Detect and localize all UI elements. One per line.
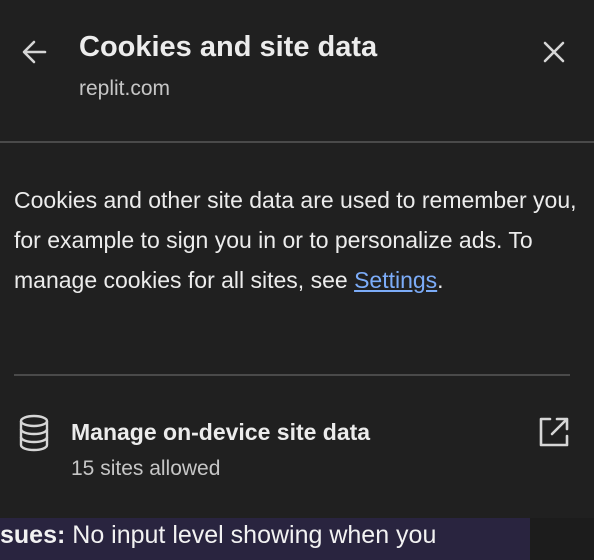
description-period: . xyxy=(437,267,444,293)
description-text: Cookies and other site data are used to … xyxy=(14,187,577,293)
close-icon xyxy=(543,41,565,63)
manage-site-data-title: Manage on-device site data xyxy=(71,419,371,445)
cookies-site-data-panel: Cookies and site data replit.com Cookies… xyxy=(0,0,594,518)
header-divider xyxy=(0,141,594,143)
database-icon xyxy=(19,414,49,452)
background-issue-label: sues: xyxy=(0,521,66,549)
open-external-icon[interactable] xyxy=(537,415,571,449)
background-issue-card: sues: No input level showing when you xyxy=(0,518,530,560)
close-button[interactable] xyxy=(534,32,574,72)
arrow-left-icon xyxy=(22,40,47,64)
cookies-description: Cookies and other site data are used to … xyxy=(14,180,579,300)
back-button[interactable] xyxy=(14,32,54,72)
manage-site-data-row[interactable]: Manage on-device site data 15 sites allo… xyxy=(0,400,594,500)
background-issue-body: No input level showing when you xyxy=(65,521,437,549)
panel-header: Cookies and site data replit.com xyxy=(0,0,594,142)
section-divider xyxy=(14,374,570,376)
sites-allowed-count: 15 sites allowed xyxy=(71,457,221,480)
background-issue-text: sues: No input level showing when you xyxy=(0,521,436,550)
site-domain: replit.com xyxy=(79,77,171,100)
settings-link[interactable]: Settings xyxy=(354,267,437,293)
page-title: Cookies and site data xyxy=(79,31,378,63)
